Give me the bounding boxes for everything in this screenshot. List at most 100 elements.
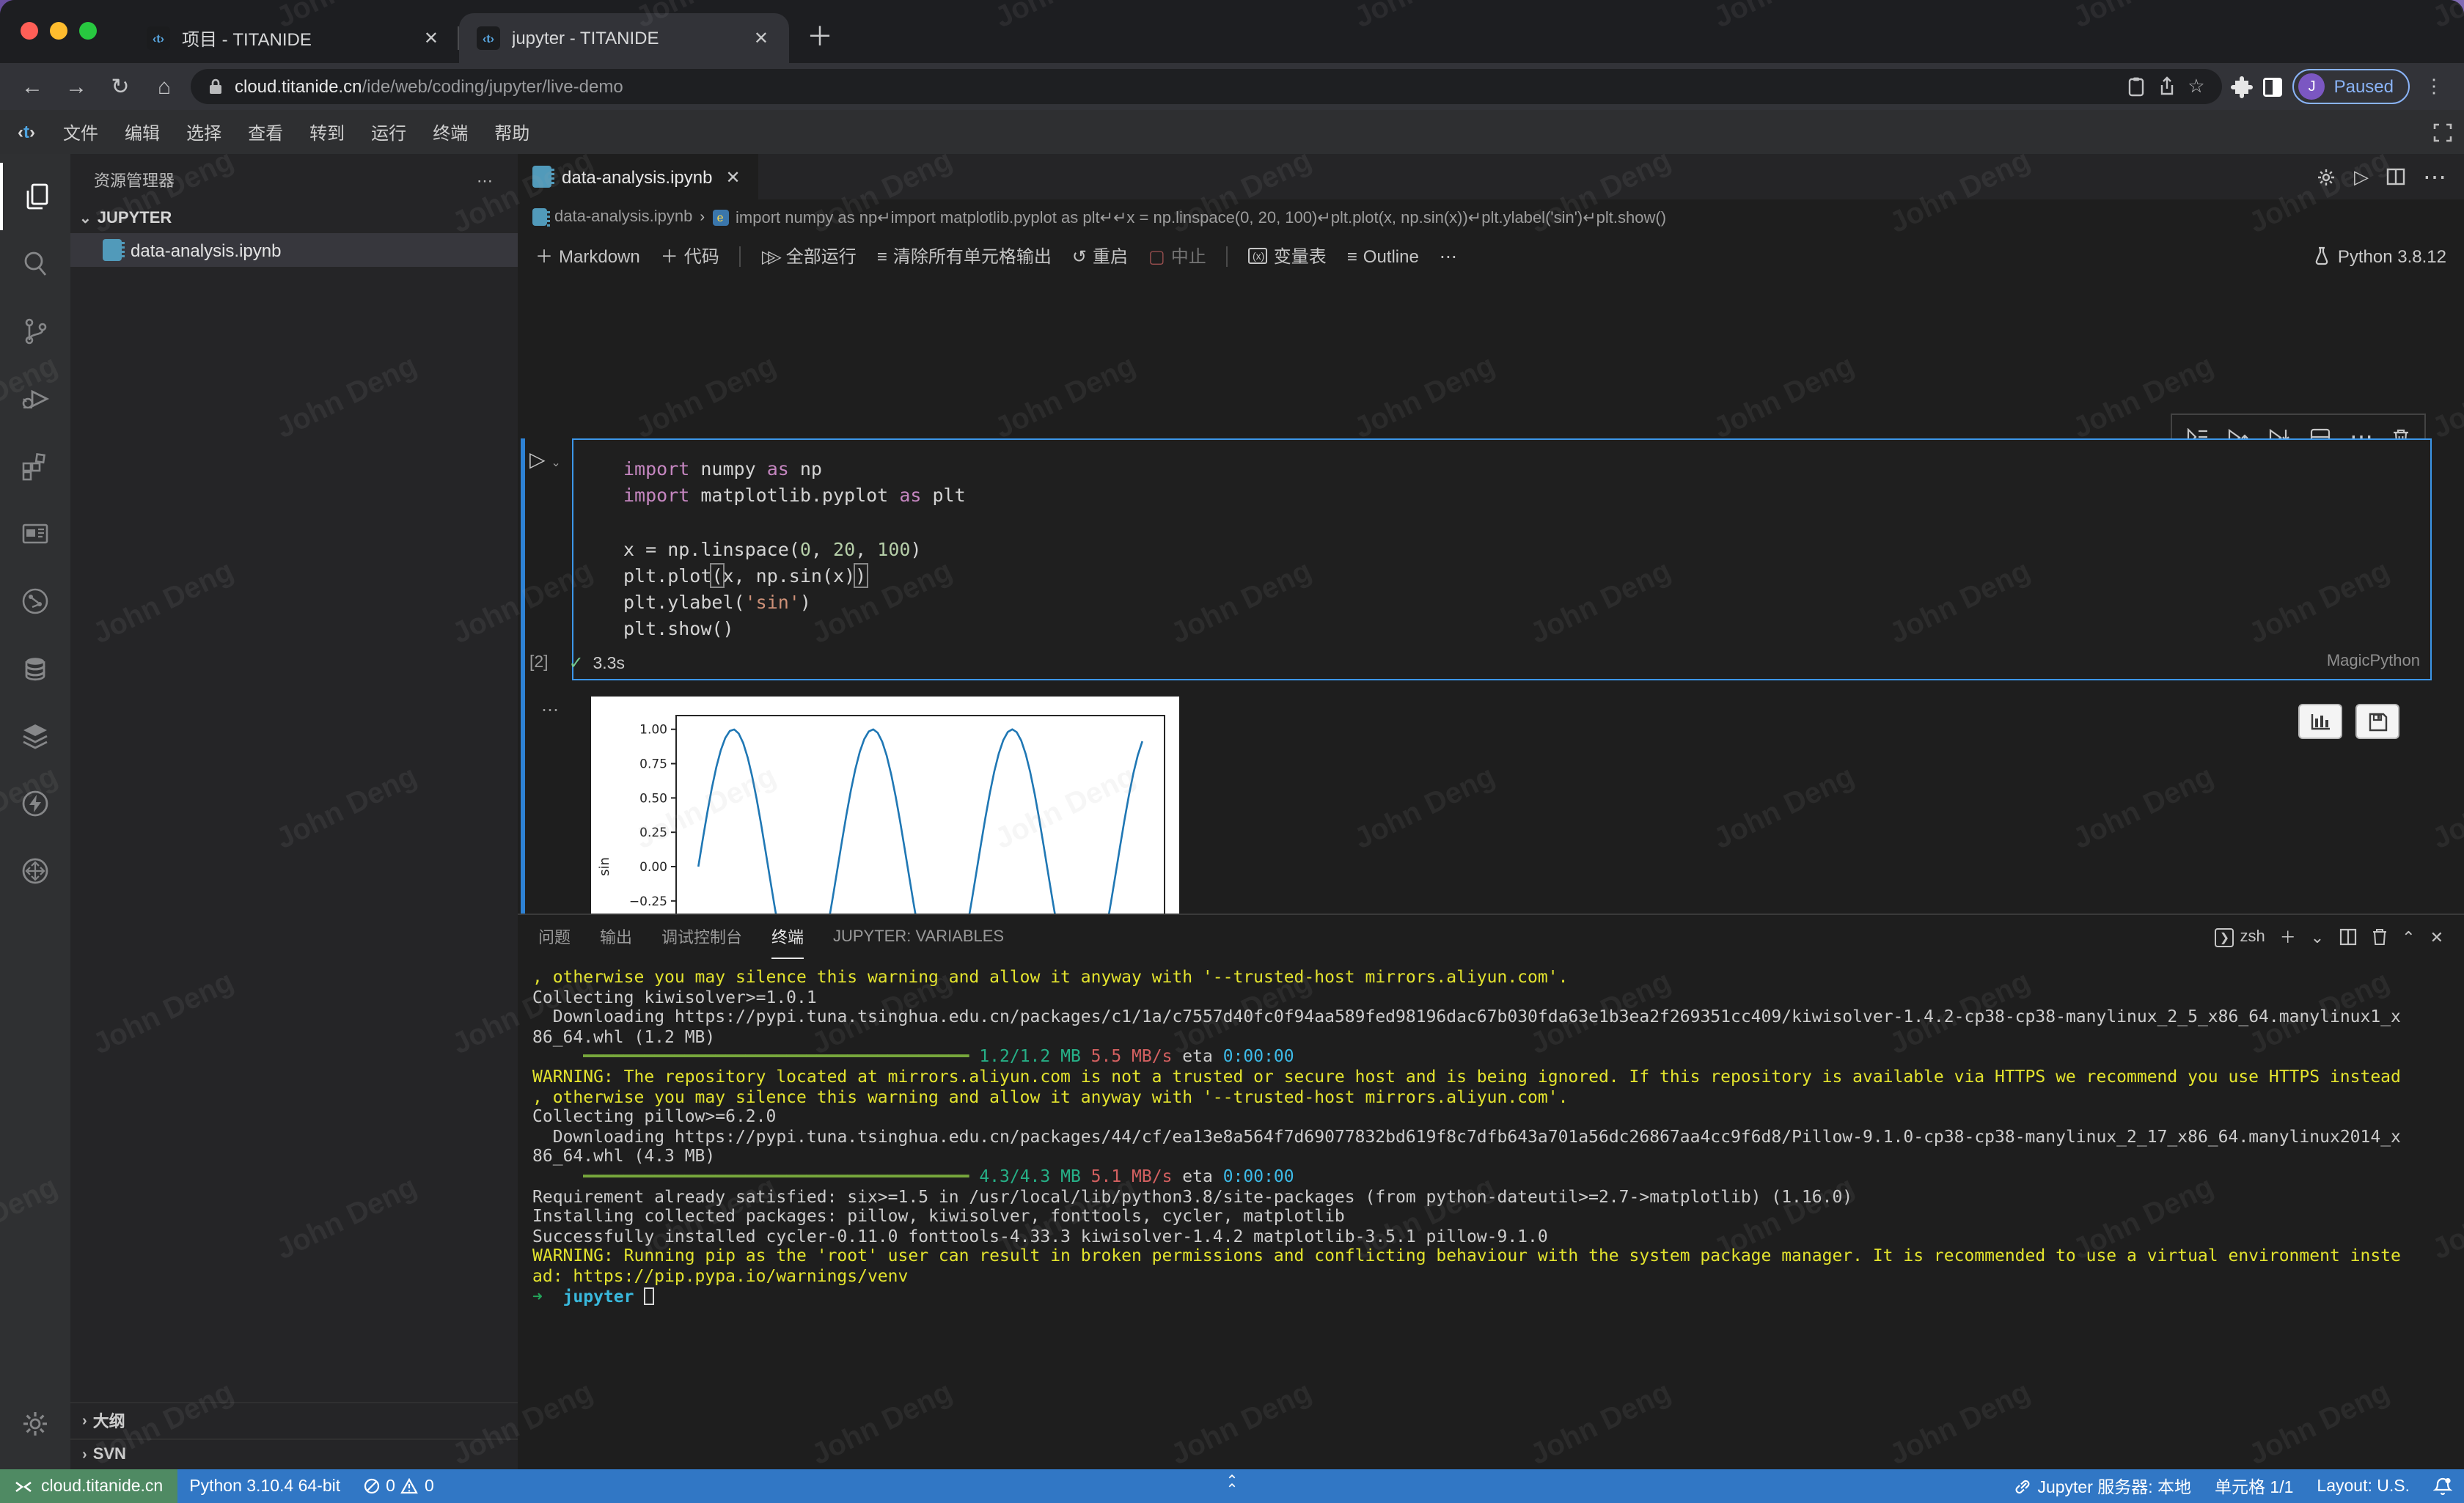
cell-language-mode[interactable]: MagicPython xyxy=(2327,653,2420,670)
plot-viewer-button[interactable] xyxy=(2298,704,2342,739)
terminal-line: 86_64.whl (1.2 MB) xyxy=(532,1028,2464,1048)
terminal-output[interactable]: , otherwise you may silence this warning… xyxy=(518,959,2464,1307)
menu-item-7[interactable]: 帮助 xyxy=(481,122,543,143)
shell-selector[interactable]: ❯ zsh xyxy=(2215,927,2265,947)
window-controls[interactable] xyxy=(21,22,97,40)
browser-menu-kebab-icon[interactable]: ⋮ xyxy=(2419,75,2449,98)
sidebar-item-notebook[interactable]: data-analysis.ipynb xyxy=(70,233,518,267)
side-panel-icon[interactable] xyxy=(2262,76,2284,98)
maximize-window-button[interactable] xyxy=(79,22,97,40)
explorer-icon[interactable] xyxy=(0,163,70,230)
editor-tab-notebook[interactable]: data-analysis.ipynb ✕ xyxy=(518,154,758,199)
remote-expand-icon[interactable] xyxy=(0,837,70,905)
svn-graph-icon[interactable] xyxy=(0,567,70,635)
remote-indicator[interactable]: cloud.titanide.cn xyxy=(0,1469,177,1503)
kernel-picker[interactable]: Python 3.8.12 xyxy=(2313,246,2446,266)
menu-item-3[interactable]: 查看 xyxy=(235,122,296,143)
panel-expand-chevrons-icon[interactable]: ⌃⌃ xyxy=(1226,1477,1239,1495)
extensions-puzzle-icon[interactable] xyxy=(2232,76,2254,98)
panel-tab-3[interactable]: 终端 xyxy=(771,916,804,958)
menu-item-5[interactable]: 运行 xyxy=(358,122,419,143)
breadcrumb-file[interactable]: data-analysis.ipynb xyxy=(554,208,692,226)
address-bar[interactable]: cloud.titanide.cn/ide/web/coding/jupyter… xyxy=(191,69,2223,104)
close-editor-icon[interactable]: ✕ xyxy=(722,166,743,187)
close-panel-icon[interactable]: ✕ xyxy=(2430,927,2443,947)
browser-tab-jupyter[interactable]: ‹t› jupyter - TITANIDE ✕ xyxy=(459,13,789,63)
kill-terminal-icon[interactable] xyxy=(2371,928,2387,946)
close-tab-icon[interactable]: ✕ xyxy=(751,28,771,48)
terminal-dropdown-chevron-icon[interactable]: ⌄ xyxy=(2311,927,2324,947)
panel-tab-bar: 问题输出调试控制台终端JUPYTER: VARIABLES ❯ zsh ＋ ⌄ … xyxy=(518,915,2464,959)
close-window-button[interactable] xyxy=(21,22,38,40)
minimize-window-button[interactable] xyxy=(50,22,67,40)
split-editor-icon[interactable] xyxy=(2386,167,2405,186)
lightning-icon[interactable] xyxy=(0,770,70,837)
run-debug-icon[interactable] xyxy=(0,365,70,433)
new-tab-button[interactable]: ＋ xyxy=(807,16,833,54)
run-options-chevron-icon[interactable]: ⌄ xyxy=(551,456,560,469)
panel-tab-1[interactable]: 输出 xyxy=(600,916,632,958)
reload-icon[interactable]: ↻ xyxy=(103,73,138,100)
fullscreen-icon[interactable] xyxy=(2433,122,2452,142)
forward-icon[interactable]: → xyxy=(59,74,94,99)
sidebar-section-svn[interactable]: › SVN xyxy=(70,1438,518,1469)
cell-code[interactable]: import numpy as np import matplotlib.pyp… xyxy=(623,456,966,643)
outline-button[interactable]: ≡Outline xyxy=(1347,246,1419,266)
search-icon[interactable] xyxy=(0,230,70,298)
source-control-icon[interactable] xyxy=(0,298,70,365)
bookmark-star-icon[interactable]: ☆ xyxy=(2188,75,2204,98)
output-more-icon[interactable]: ⋯ xyxy=(541,699,560,720)
panel-tab-0[interactable]: 问题 xyxy=(538,916,571,958)
browser-tab-project[interactable]: ‹t› 项目 - TITANIDE ✕ xyxy=(129,13,459,63)
layout-item[interactable]: Layout: U.S. xyxy=(2305,1477,2421,1495)
share-icon[interactable] xyxy=(2157,76,2176,97)
back-icon[interactable]: ← xyxy=(15,74,50,99)
database-icon[interactable] xyxy=(0,635,70,702)
maximize-panel-icon[interactable]: ⌃ xyxy=(2402,927,2415,947)
clear-outputs-button[interactable]: ≡清除所有单元格输出 xyxy=(877,243,1052,268)
sidebar-section-outline[interactable]: › 大纲 xyxy=(70,1402,518,1438)
jupyter-server-item[interactable]: Jupyter 服务器: 本地 xyxy=(2002,1474,2203,1498)
run-all-button[interactable]: ▷▷全部运行 xyxy=(762,243,857,268)
new-terminal-icon[interactable]: ＋ xyxy=(2280,925,2296,949)
kernel-gear-icon[interactable] xyxy=(2316,166,2336,187)
browser-titlebar: ‹t› 项目 - TITANIDE ✕ ‹t› jupyter - TITANI… xyxy=(0,0,2464,63)
menu-item-6[interactable]: 终端 xyxy=(419,122,481,143)
menu-item-1[interactable]: 编辑 xyxy=(111,122,173,143)
sidebar-more-icon[interactable]: ⋯ xyxy=(477,171,494,190)
profile-badge[interactable]: J Paused xyxy=(2293,69,2410,104)
settings-gear-icon[interactable] xyxy=(0,1390,70,1458)
sidebar-section-jupyter[interactable]: ⌄ JUPYTER xyxy=(70,204,518,233)
menu-item-2[interactable]: 选择 xyxy=(173,122,235,143)
error-icon xyxy=(364,1478,380,1494)
variables-button[interactable]: (x)变量表 xyxy=(1249,243,1327,268)
home-icon[interactable]: ⌂ xyxy=(147,74,182,99)
add-code-button[interactable]: ＋代码 xyxy=(661,243,719,268)
problems-item[interactable]: 0 0 xyxy=(352,1477,446,1495)
restart-button[interactable]: ↺重启 xyxy=(1072,243,1128,268)
close-tab-icon[interactable]: ✕ xyxy=(421,28,441,48)
toolbar-more-icon[interactable]: ⋯ xyxy=(1440,246,1457,266)
save-plot-button[interactable] xyxy=(2355,704,2399,739)
python-version-item[interactable]: Python 3.10.4 64-bit xyxy=(177,1477,352,1495)
execution-count: [2] xyxy=(529,654,549,672)
panel-tab-2[interactable]: 调试控制台 xyxy=(661,916,742,958)
notifications-bell-icon[interactable] xyxy=(2421,1477,2464,1496)
menu-item-4[interactable]: 转到 xyxy=(296,122,358,143)
add-markdown-button[interactable]: ＋Markdown xyxy=(535,243,640,268)
more-actions-icon[interactable]: ⋯ xyxy=(2423,162,2446,191)
extensions-icon[interactable] xyxy=(0,433,70,500)
layers-stack-icon[interactable] xyxy=(0,702,70,770)
clipboard-icon[interactable] xyxy=(2126,76,2145,97)
notebook-toolbar: ＋Markdown ＋代码 ▷▷全部运行 ≡清除所有单元格输出 ↺重启 ▢中止 … xyxy=(518,235,2464,277)
cell-position-item[interactable]: 单元格 1/1 xyxy=(2203,1474,2305,1498)
menu-item-0[interactable]: 文件 xyxy=(50,122,111,143)
split-terminal-icon[interactable] xyxy=(2339,928,2356,946)
breadcrumb-code[interactable]: import numpy as np↵import matplotlib.pyp… xyxy=(736,207,1666,227)
notebook-file-icon xyxy=(103,239,122,261)
panel-tab-4[interactable]: JUPYTER: VARIABLES xyxy=(833,919,1004,955)
live-preview-icon[interactable] xyxy=(0,500,70,567)
breadcrumb[interactable]: data-analysis.ipynb › e import numpy as … xyxy=(518,199,2464,235)
run-cell-button[interactable]: ▷ ⌄ xyxy=(529,447,561,472)
run-all-icon[interactable]: ▷ xyxy=(2354,165,2369,188)
